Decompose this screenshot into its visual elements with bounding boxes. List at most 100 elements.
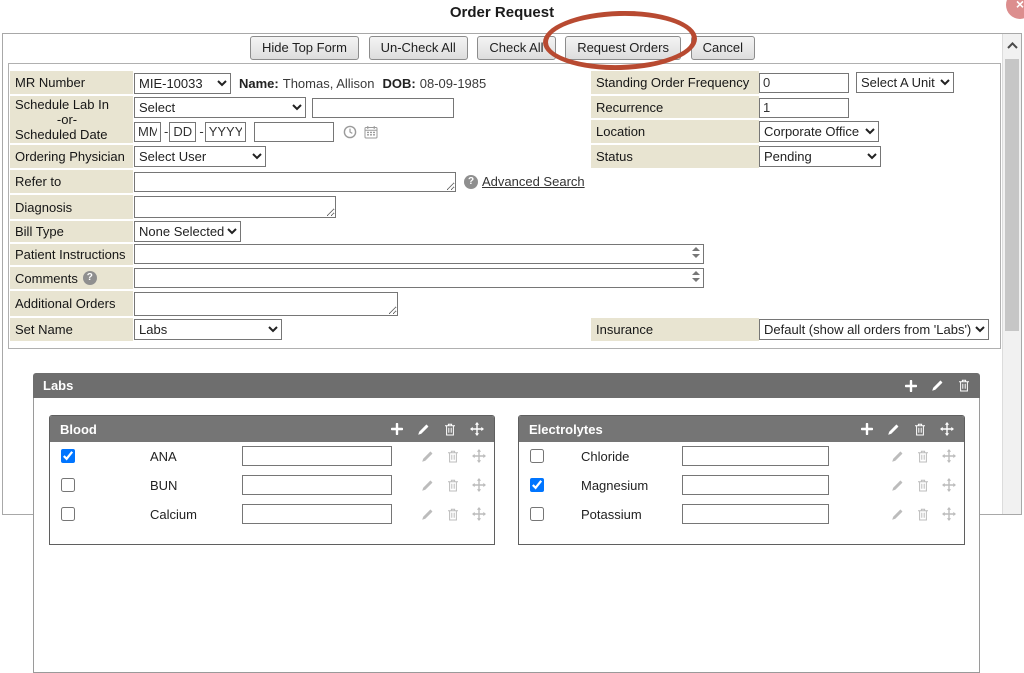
schedule-interval-select[interactable]: Select xyxy=(134,97,306,118)
additional-orders-input[interactable] xyxy=(134,292,398,316)
delete-icon[interactable] xyxy=(914,423,926,436)
lab-item-checkbox[interactable] xyxy=(530,449,544,463)
standing-order-frequency-input[interactable] xyxy=(759,73,849,93)
standing-order-frequency-row: Select A Unit xyxy=(759,72,954,93)
refer-to-label: Refer to xyxy=(10,170,133,193)
move-icon[interactable] xyxy=(942,478,956,492)
panel-electrolytes: Electrolytes Chloride xyxy=(518,415,965,545)
edit-icon[interactable] xyxy=(891,449,904,463)
advanced-search-link[interactable]: Advanced Search xyxy=(482,174,585,189)
comments-input[interactable] xyxy=(134,268,704,288)
schedule-interval-input[interactable] xyxy=(312,98,454,118)
scroll-up-icon[interactable] xyxy=(1003,34,1021,56)
date-time-input[interactable] xyxy=(254,122,334,142)
delete-icon[interactable] xyxy=(447,449,459,463)
lab-item-input[interactable] xyxy=(682,475,829,495)
patient-dob-label: DOB: xyxy=(383,76,416,91)
lab-item-checkbox[interactable] xyxy=(61,478,75,492)
panel-blood: Blood ANA xyxy=(49,415,495,545)
patient-instructions-input[interactable] xyxy=(134,244,704,264)
set-name-label: Set Name xyxy=(10,318,133,341)
location-select[interactable]: Corporate Office xyxy=(759,121,879,142)
edit-icon[interactable] xyxy=(931,379,944,392)
lab-item-checkbox[interactable] xyxy=(61,507,75,521)
delete-icon[interactable] xyxy=(917,478,929,492)
date-separator: - xyxy=(199,124,203,139)
patient-instructions-label: Patient Instructions xyxy=(10,244,133,265)
lab-item-input[interactable] xyxy=(242,446,392,466)
delete-icon[interactable] xyxy=(444,423,456,436)
diagnosis-input[interactable] xyxy=(134,196,336,218)
patient-name-label: Name: xyxy=(239,76,279,91)
status-select[interactable]: Pending xyxy=(759,146,881,167)
add-icon[interactable] xyxy=(861,423,873,435)
set-name-row: Labs xyxy=(134,319,282,340)
delete-icon[interactable] xyxy=(917,507,929,521)
schedule-date-row: - - xyxy=(134,121,378,142)
check-all-button[interactable]: Check All xyxy=(477,36,555,60)
set-name-select[interactable]: Labs xyxy=(134,319,282,340)
lab-item-checkbox[interactable] xyxy=(530,507,544,521)
edit-icon[interactable] xyxy=(887,423,900,436)
date-yyyy-input[interactable] xyxy=(205,122,246,142)
comments-label: Comments ? xyxy=(10,267,133,289)
lab-item-input[interactable] xyxy=(682,504,829,524)
date-dd-input[interactable] xyxy=(169,122,196,142)
spinner-icon xyxy=(692,247,700,258)
scrollbar-thumb[interactable] xyxy=(1005,59,1019,331)
insurance-select[interactable]: Default (show all orders from 'Labs') xyxy=(759,319,989,340)
refer-to-help-icon[interactable]: ? xyxy=(464,175,478,189)
lab-item-label: Chloride xyxy=(581,449,629,464)
mr-number-row: MIE-10033 Name: Thomas, Allison DOB: 08-… xyxy=(134,72,486,94)
mr-number-select[interactable]: MIE-10033 xyxy=(134,73,231,94)
request-orders-button[interactable]: Request Orders xyxy=(565,36,681,60)
edit-icon[interactable] xyxy=(421,478,434,492)
add-icon[interactable] xyxy=(905,380,917,392)
lab-item-input[interactable] xyxy=(242,475,392,495)
comments-help-icon[interactable]: ? xyxy=(83,271,97,285)
delete-icon[interactable] xyxy=(447,478,459,492)
schedule-interval-row: Select xyxy=(134,97,454,118)
additional-orders-row xyxy=(134,292,398,316)
move-icon[interactable] xyxy=(942,507,956,521)
delete-icon[interactable] xyxy=(447,507,459,521)
lab-item-input[interactable] xyxy=(682,446,829,466)
edit-icon[interactable] xyxy=(421,449,434,463)
unit-select[interactable]: Select A Unit xyxy=(856,72,954,93)
uncheck-all-button[interactable]: Un-Check All xyxy=(369,36,468,60)
add-icon[interactable] xyxy=(391,423,403,435)
move-icon[interactable] xyxy=(472,449,486,463)
delete-icon[interactable] xyxy=(958,379,970,392)
lab-item-checkbox[interactable] xyxy=(530,478,544,492)
cancel-button[interactable]: Cancel xyxy=(691,36,755,60)
edit-icon[interactable] xyxy=(417,423,430,436)
recurrence-input[interactable] xyxy=(759,98,849,118)
calendar-icon[interactable] xyxy=(364,125,378,139)
status-row: Pending xyxy=(759,146,881,167)
clock-icon[interactable] xyxy=(343,125,357,139)
move-icon[interactable] xyxy=(470,422,484,436)
location-row: Corporate Office xyxy=(759,121,879,142)
refer-to-input[interactable] xyxy=(134,172,456,192)
edit-icon[interactable] xyxy=(891,478,904,492)
bill-type-select[interactable]: None Selected xyxy=(134,221,241,242)
move-icon[interactable] xyxy=(472,478,486,492)
lab-item-row: Magnesium xyxy=(519,471,964,500)
date-mm-input[interactable] xyxy=(134,122,161,142)
lab-item-checkbox[interactable] xyxy=(61,449,75,463)
move-icon[interactable] xyxy=(940,422,954,436)
move-icon[interactable] xyxy=(942,449,956,463)
ordering-physician-select[interactable]: Select User xyxy=(134,146,266,167)
hide-top-form-button[interactable]: Hide Top Form xyxy=(250,36,359,60)
date-separator: - xyxy=(164,124,168,139)
delete-icon[interactable] xyxy=(917,449,929,463)
close-icon[interactable]: × xyxy=(1006,0,1024,19)
edit-icon[interactable] xyxy=(891,507,904,521)
panel-blood-title: Blood xyxy=(60,422,97,437)
vertical-scrollbar[interactable] xyxy=(1002,34,1021,514)
edit-icon[interactable] xyxy=(421,507,434,521)
lab-item-input[interactable] xyxy=(242,504,392,524)
lab-item-row: Calcium xyxy=(50,500,494,529)
insurance-label: Insurance xyxy=(591,318,759,341)
move-icon[interactable] xyxy=(472,507,486,521)
